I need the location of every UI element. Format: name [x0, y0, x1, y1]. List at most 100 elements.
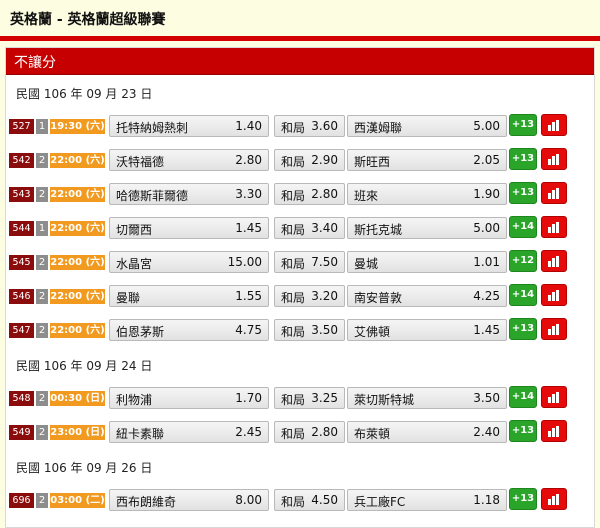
home-odds: 8.00 [235, 493, 262, 507]
away-odds-button[interactable]: 布萊頓 2.40 [347, 421, 507, 443]
away-odds-button[interactable]: 兵工廠FC 1.18 [347, 489, 507, 511]
away-odds-button[interactable]: 斯托克城 5.00 [347, 217, 507, 239]
match-id: 542 [9, 153, 34, 168]
bar-chart-icon [548, 324, 559, 335]
away-odds-button[interactable]: 南安普敦 4.25 [347, 285, 507, 307]
draw-odds-button[interactable]: 和局 2.90 [274, 149, 345, 171]
home-odds-button[interactable]: 切爾西 1.45 [109, 217, 269, 239]
home-odds-button[interactable]: 哈德斯菲爾德 3.30 [109, 183, 269, 205]
home-odds: 1.40 [235, 119, 262, 133]
away-odds: 2.40 [473, 425, 500, 439]
home-odds-button[interactable]: 曼聯 1.55 [109, 285, 269, 307]
draw-odds: 2.90 [311, 153, 338, 167]
away-odds: 5.00 [473, 119, 500, 133]
home-odds: 1.55 [235, 289, 262, 303]
more-bets-button[interactable]: +13 [509, 114, 537, 136]
more-bets-button[interactable]: +12 [509, 250, 537, 272]
away-odds: 4.25 [473, 289, 500, 303]
match-level: 2 [36, 493, 48, 508]
away-odds-button[interactable]: 西漢姆聯 5.00 [347, 115, 507, 137]
more-bets-button[interactable]: +13 [509, 488, 537, 510]
match-date: 民國 106 年 09 月 26 日 [16, 461, 153, 475]
away-odds: 3.50 [473, 391, 500, 405]
draw-odds-button[interactable]: 和局 2.80 [274, 421, 345, 443]
stats-button[interactable] [541, 250, 567, 272]
draw-odds: 3.20 [311, 289, 338, 303]
draw-odds-button[interactable]: 和局 3.20 [274, 285, 345, 307]
match-level: 1 [36, 221, 48, 236]
more-bets-button[interactable]: +13 [509, 148, 537, 170]
match-id: 543 [9, 187, 34, 202]
match-row: 542 2 22:00 (六) 沃特福德 2.80 和局 2.90 斯旺西 2.05 +13 [9, 148, 593, 174]
match-date: 民國 106 年 09 月 23 日 [16, 87, 153, 101]
bar-chart-icon [548, 120, 559, 131]
match-level: 2 [36, 323, 48, 338]
home-odds-button[interactable]: 西布朗維奇 8.00 [109, 489, 269, 511]
home-odds: 4.75 [235, 323, 262, 337]
home-odds-button[interactable]: 沃特福德 2.80 [109, 149, 269, 171]
match-level: 2 [36, 391, 48, 406]
stats-button[interactable] [541, 386, 567, 408]
home-team-name: 伯恩茅斯 [116, 325, 165, 339]
stats-button[interactable] [541, 182, 567, 204]
draw-odds-button[interactable]: 和局 2.80 [274, 183, 345, 205]
draw-odds-button[interactable]: 和局 4.50 [274, 489, 345, 511]
draw-odds: 3.60 [311, 119, 338, 133]
away-odds-button[interactable]: 萊切斯特城 3.50 [347, 387, 507, 409]
more-bets-button[interactable]: +13 [509, 420, 537, 442]
home-odds: 3.30 [235, 187, 262, 201]
away-odds-button[interactable]: 艾佛頓 1.45 [347, 319, 507, 341]
section-header: 不讓分 [6, 48, 594, 75]
match-row: 543 2 22:00 (六) 哈德斯菲爾德 3.30 和局 2.80 班來 1.90 +13 [9, 182, 593, 208]
home-odds-button[interactable]: 利物浦 1.70 [109, 387, 269, 409]
stats-button[interactable] [541, 216, 567, 238]
match-id: 545 [9, 255, 34, 270]
draw-odds-button[interactable]: 和局 7.50 [274, 251, 345, 273]
top-bar: 英格蘭 - 英格蘭超級聯賽 [0, 0, 600, 41]
match-id: 549 [9, 425, 34, 440]
draw-odds-button[interactable]: 和局 3.25 [274, 387, 345, 409]
match-date: 民國 106 年 09 月 24 日 [16, 359, 153, 373]
stats-button[interactable] [541, 114, 567, 136]
stats-button[interactable] [541, 318, 567, 340]
stats-button[interactable] [541, 420, 567, 442]
away-odds: 1.18 [473, 493, 500, 507]
match-id: 544 [9, 221, 34, 236]
home-odds-button[interactable]: 伯恩茅斯 4.75 [109, 319, 269, 341]
more-bets-button[interactable]: +14 [509, 216, 537, 238]
draw-odds-button[interactable]: 和局 3.60 [274, 115, 345, 137]
stats-button[interactable] [541, 284, 567, 306]
away-odds-button[interactable]: 班來 1.90 [347, 183, 507, 205]
match-id: 546 [9, 289, 34, 304]
draw-odds: 3.40 [311, 221, 338, 235]
more-bets-button[interactable]: +13 [509, 182, 537, 204]
draw-odds-button[interactable]: 和局 3.40 [274, 217, 345, 239]
home-team-name: 沃特福德 [116, 155, 165, 169]
home-odds-button[interactable]: 托特納姆熱刺 1.40 [109, 115, 269, 137]
more-bets-button[interactable]: +14 [509, 386, 537, 408]
match-id: 527 [9, 119, 34, 134]
away-odds-button[interactable]: 曼城 1.01 [347, 251, 507, 273]
match-time: 22:00 (六) [50, 323, 105, 338]
draw-label: 和局 [281, 393, 306, 407]
match-time: 22:00 (六) [50, 221, 105, 236]
home-team-name: 曼聯 [116, 291, 141, 305]
bar-chart-icon [548, 154, 559, 165]
draw-odds: 2.80 [311, 187, 338, 201]
away-odds: 2.05 [473, 153, 500, 167]
stats-button[interactable] [541, 488, 567, 510]
stats-button[interactable] [541, 148, 567, 170]
away-odds-button[interactable]: 斯旺西 2.05 [347, 149, 507, 171]
bar-chart-icon [548, 256, 559, 267]
home-odds-button[interactable]: 紐卡素聯 2.45 [109, 421, 269, 443]
draw-label: 和局 [281, 427, 306, 441]
match-time: 00:30 (日) [50, 391, 105, 406]
home-odds-button[interactable]: 水晶宮 15.00 [109, 251, 269, 273]
more-bets-button[interactable]: +14 [509, 284, 537, 306]
away-team-name: 班來 [354, 189, 379, 203]
draw-odds-button[interactable]: 和局 3.50 [274, 319, 345, 341]
home-odds: 2.80 [235, 153, 262, 167]
more-bets-button[interactable]: +13 [509, 318, 537, 340]
away-team-name: 艾佛頓 [354, 325, 391, 339]
match-row: 545 2 22:00 (六) 水晶宮 15.00 和局 7.50 曼城 1.01 +12 [9, 250, 593, 276]
